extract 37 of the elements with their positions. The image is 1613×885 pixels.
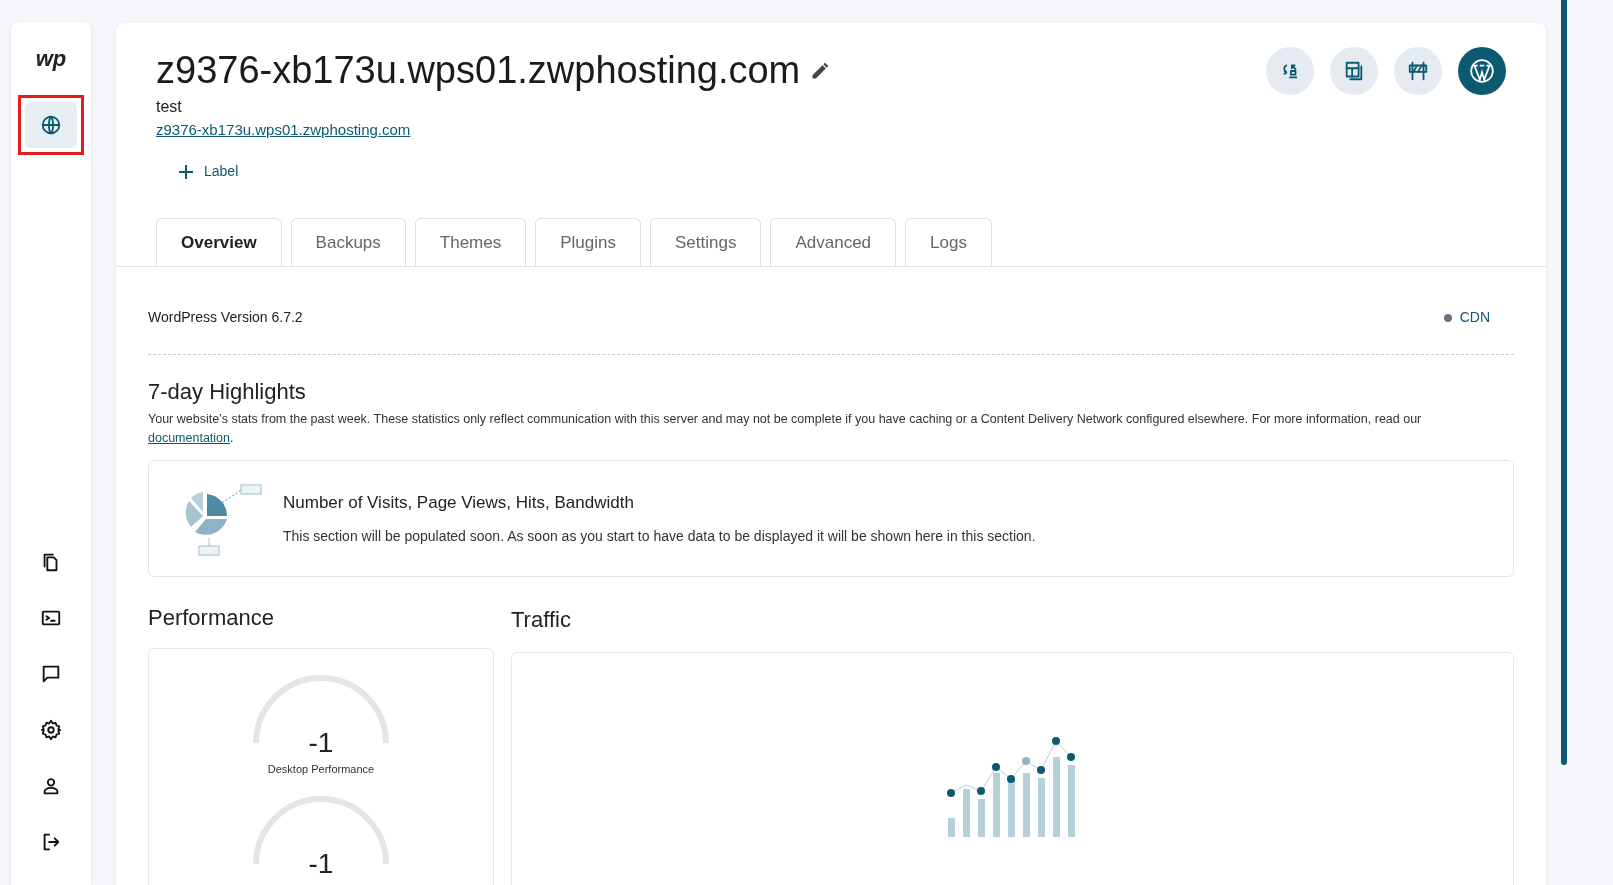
site-link[interactable]: z9376-xb173u.wps01.zwphosting.com <box>156 118 411 141</box>
empty-state-text: This section will be populated soon. As soon as you start to have data to be displayed it will be shown here in this section. <box>283 526 1036 546</box>
tab[interactable]: Settings <box>650 218 762 266</box>
settings-icon <box>40 719 62 741</box>
tab[interactable]: Plugins <box>535 218 641 266</box>
tab[interactable]: Backups <box>290 218 406 266</box>
header-action-button[interactable] <box>1330 47 1378 95</box>
tab[interactable]: Overview <box>156 218 282 266</box>
layout-icon <box>1343 60 1365 82</box>
gauge-value: -1 <box>308 729 334 757</box>
add-label-button[interactable]: Label <box>178 161 239 182</box>
cdn-label: CDN <box>1459 308 1490 327</box>
section-heading: Performance <box>148 604 275 632</box>
chat-icon <box>40 663 62 685</box>
site-title: z9376-xb173u.wps01.zwphosting.com <box>156 48 801 93</box>
gauge-value: -1 <box>308 849 334 878</box>
section-heading: 7-day Highlights <box>148 378 307 406</box>
wordpress-icon <box>1469 58 1495 84</box>
site-description: test <box>156 96 183 117</box>
sites-nav-button[interactable] <box>25 102 77 148</box>
header-action-button[interactable] <box>1394 47 1442 95</box>
header-action-button[interactable] <box>1458 47 1506 95</box>
highlights-description: Your website’s stats from the past week. These statistics only reflect communication with this server and may not be complete if you have caching or a Content Delivery Network configured elsewhere. For more information, read our documentation. <box>148 411 1423 447</box>
tab[interactable]: Advanced <box>770 218 897 266</box>
tab[interactable]: Logs <box>905 218 992 266</box>
logo: wp <box>35 45 67 73</box>
barrier-icon <box>1407 60 1429 82</box>
plus-icon <box>178 163 194 180</box>
tab[interactable]: Themes <box>414 218 527 266</box>
header-action-button[interactable] <box>1266 47 1314 95</box>
edit-icon[interactable] <box>810 60 831 81</box>
wordpress-version: WordPress Version 6.7.2 <box>148 308 303 327</box>
documentation-link[interactable]: documentation <box>148 431 230 445</box>
gauge-label: Desktop Performance <box>267 762 375 777</box>
globe-icon <box>40 114 62 136</box>
section-heading: Traffic <box>511 606 572 634</box>
empty-state-title: Number of Visits, Page Views, Hits, Bandwidth <box>283 492 635 515</box>
